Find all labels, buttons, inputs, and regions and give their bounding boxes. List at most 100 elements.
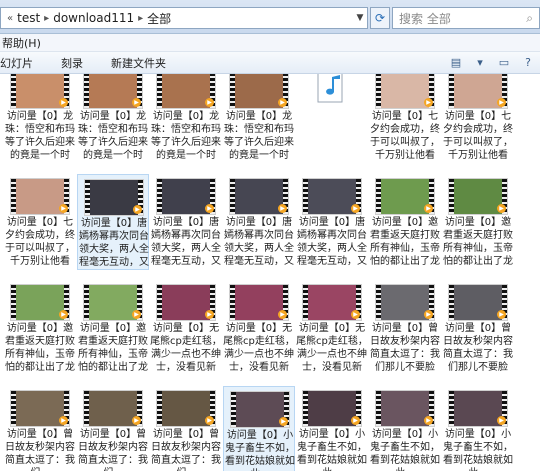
search-input[interactable]: 搜索 全部 ⌕ — [392, 7, 540, 29]
video-file-item[interactable]: ▶ 访问量【0】曾日故友秒架内容简直太逗了：我们... — [77, 386, 149, 471]
video-file-item[interactable]: ▶ 访问量【0】七夕约会成功，终于可以叫叔了，千万别让他看到！... — [369, 74, 441, 164]
video-file-item[interactable]: ▶ 访问量【0】小鬼子畜生不如，看到花姑娘就如此... — [442, 386, 514, 471]
video-file-item[interactable]: ▶ 访问量【0】小鬼子畜生不如，看到花姑娘就如此... — [296, 386, 368, 471]
search-icon[interactable]: ⌕ — [526, 11, 533, 26]
video-thumbnail: ▶ — [448, 74, 508, 109]
video-thumbnail: ▶ — [10, 178, 70, 215]
play-badge-icon: ▶ — [205, 416, 214, 425]
file-name-label: 访问量【0】七夕约会成功，终于可以叫叔了，千万别让他看到！... — [370, 111, 440, 161]
video-file-item[interactable]: ▶ 访问量【0】曾日故友秒架内容简直太逗了：我们... — [4, 386, 76, 471]
video-file-item[interactable]: ▶ 访问量【0】邀君重返天庭打败所有神仙，玉帝怕的都让出了龙座... — [77, 280, 149, 376]
video-file-item[interactable]: ▶ 访问量【0】曾日故友秒架内容简直太逗了：我们... — [150, 386, 222, 471]
file-name-label: 访问量【0】龙珠：悟空和布玛等了许久后迎来的竟是一个时毫... — [78, 111, 148, 161]
video-file-item[interactable]: ▶ 访问量【0】七夕约会成功，终于可以叫叔了，千万别让他看到！... — [442, 74, 514, 164]
film-strip-icon — [230, 285, 235, 320]
video-thumbnail: ▶ — [229, 178, 289, 215]
video-file-item[interactable]: ▶ 访问量【0】无尾熊cp走红毯，满少一点也不绅士，没看见新娘... — [223, 280, 295, 376]
play-badge-icon: ▶ — [424, 416, 433, 425]
view-options-icon[interactable]: ▤ — [448, 54, 464, 70]
video-file-item[interactable]: ▶ 访问量【0】小鬼子畜生不如，看到花姑娘就如此... — [369, 386, 441, 471]
file-name-label: 访问量【0】龙珠：悟空和布玛等了许久后迎来的竟是一个时毫... — [151, 111, 221, 161]
breadcrumb-download111[interactable]: download111 — [53, 11, 134, 25]
video-file-item[interactable]: ▶ 访问量【0】龙珠：悟空和布玛等了许久后迎来的竟是一个时毫... — [223, 74, 295, 164]
film-strip-icon — [376, 391, 381, 426]
play-badge-icon: ▶ — [59, 98, 68, 107]
play-badge-icon: ▶ — [132, 416, 141, 425]
new-folder-button[interactable]: 新建文件夹 — [97, 55, 180, 71]
view-dropdown-icon[interactable]: ▾ — [472, 54, 488, 70]
refresh-icon[interactable]: ⟳ — [370, 7, 390, 29]
slideshow-button[interactable]: 幻灯片 — [0, 55, 47, 71]
play-badge-icon: ▶ — [497, 310, 506, 319]
menu-help[interactable]: 帮助(H) — [2, 35, 41, 51]
video-file-item[interactable]: ▶ 访问量【0】邀君重返天庭打败所有神仙，玉帝怕的都让出了龙座... — [369, 174, 441, 270]
breadcrumb-root-arrow[interactable]: « — [7, 13, 13, 24]
play-badge-icon: ▶ — [59, 416, 68, 425]
file-name-label: 访问量【0】邀君重返天庭打败所有神仙，玉帝怕的都让出了龙座... — [5, 323, 75, 373]
play-badge-icon: ▶ — [497, 204, 506, 213]
play-badge-icon: ▶ — [133, 205, 142, 214]
breadcrumb-all[interactable]: 全部 — [147, 10, 171, 27]
video-thumbnail: ▶ — [83, 74, 143, 109]
play-badge-icon: ▶ — [278, 204, 287, 213]
toolbar: 幻灯片 刻录 新建文件夹 ▤ ▾ ▭ ? — [0, 52, 540, 74]
video-file-item[interactable]: ▶ 访问量【0】曾日故友秒架内容简直太逗了：我们那儿不要脸了... — [442, 280, 514, 376]
video-thumbnail: ▶ — [156, 74, 216, 109]
address-bar-area: « test ▸ download111 ▸ 全部 ▼ ⟳ 搜索 全部 ⌕ — [0, 0, 540, 34]
breadcrumb-separator[interactable]: ▸ — [44, 13, 49, 24]
video-thumbnail: ▶ — [230, 391, 290, 428]
play-badge-icon: ▶ — [205, 204, 214, 213]
film-strip-icon — [85, 180, 90, 215]
audio-file-item[interactable] — [296, 74, 368, 164]
file-name-label: 访问量【0】曾日故友秒架内容简直太逗了：我们... — [5, 429, 75, 471]
video-thumbnail: ▶ — [375, 74, 435, 109]
burn-button[interactable]: 刻录 — [47, 55, 97, 71]
file-name-label: 访问量【0】龙珠：悟空和布玛等了许久后迎来的竟是一个时毫... — [5, 111, 75, 161]
play-badge-icon: ▶ — [497, 98, 506, 107]
video-file-item[interactable]: ▶ 访问量【0】无尾熊cp走红毯，满少一点也不绅士，没看见新娘... — [296, 280, 368, 376]
film-strip-icon — [303, 179, 308, 214]
video-file-item[interactable]: ▶ 访问量【0】邀君重返天庭打败所有神仙，玉帝怕的都让出了龙座... — [442, 174, 514, 270]
video-file-item[interactable]: ▶ 访问量【0】唐嫣杨幂再次同台领大奖，两人全程毫无互动，又妙... — [223, 174, 295, 270]
file-name-label: 访问量【0】唐嫣杨幂再次同台领大奖，两人全程毫无互动，又妙... — [224, 217, 294, 267]
breadcrumb-separator[interactable]: ▸ — [138, 13, 143, 24]
video-file-item[interactable]: ▶ 访问量【0】邀君重返天庭打败所有神仙，玉帝怕的都让出了龙座... — [4, 280, 76, 376]
preview-pane-icon[interactable]: ▭ — [496, 54, 512, 70]
film-strip-icon — [11, 74, 16, 108]
video-file-item[interactable]: ▶ 访问量【0】唐嫣杨幂再次同台领大奖，两人全程毫无互动，又妙... — [150, 174, 222, 270]
play-badge-icon: ▶ — [59, 204, 68, 213]
video-file-item[interactable]: ▶ 访问量【0】龙珠：悟空和布玛等了许久后迎来的竟是一个时毫... — [150, 74, 222, 164]
search-placeholder: 搜索 全部 — [399, 11, 451, 26]
address-dropdown-icon[interactable]: ▼ — [352, 7, 368, 29]
film-strip-icon — [11, 391, 16, 426]
video-thumbnail: ▶ — [448, 390, 508, 427]
film-strip-icon — [11, 285, 16, 320]
video-file-item[interactable]: ▶ 访问量【0】龙珠：悟空和布玛等了许久后迎来的竟是一个时毫... — [4, 74, 76, 164]
file-name-label: 访问量【0】小鬼子畜生不如，看到花姑娘就如此... — [443, 429, 513, 471]
film-strip-icon — [449, 391, 454, 426]
video-file-item[interactable]: ▶ 访问量【0】七夕约会成功，终于可以叫叔了，千万别让他看到！... — [4, 174, 76, 270]
film-strip-icon — [376, 179, 381, 214]
play-badge-icon: ▶ — [351, 310, 360, 319]
video-thumbnail: ▶ — [156, 284, 216, 321]
video-file-item[interactable]: ▶ 访问量【0】唐嫣杨幂再次同台领大奖，两人全程毫无互动，又妙... — [296, 174, 368, 270]
film-strip-icon — [449, 74, 454, 108]
address-bar[interactable]: « test ▸ download111 ▸ 全部 — [0, 7, 368, 29]
breadcrumb-test[interactable]: test — [17, 11, 40, 25]
video-thumbnail: ▶ — [83, 284, 143, 321]
video-file-item[interactable]: ▶ 访问量【0】龙珠：悟空和布玛等了许久后迎来的竟是一个时毫... — [77, 74, 149, 164]
video-thumbnail: ▶ — [375, 284, 435, 321]
play-badge-icon: ▶ — [132, 310, 141, 319]
film-strip-icon — [376, 74, 381, 108]
play-badge-icon: ▶ — [278, 98, 287, 107]
video-thumbnail: ▶ — [84, 179, 144, 216]
file-name-label: 访问量【0】曾日故友秒架内容简直太逗了：我们... — [78, 429, 148, 471]
video-file-item[interactable]: ▶ 访问量【0】小鬼子畜生不如，看到花姑娘就如此... — [223, 386, 295, 471]
video-file-item[interactable]: ▶ 访问量【0】唐嫣杨幂再次同台领大奖，两人全程毫无互动，又妙... — [77, 174, 149, 270]
video-file-item[interactable]: ▶ 访问量【0】曾日故友秒架内容简直太逗了：我们那儿不要脸了... — [369, 280, 441, 376]
film-strip-icon — [230, 74, 235, 108]
help-icon[interactable]: ? — [520, 54, 536, 70]
film-strip-icon — [449, 285, 454, 320]
video-file-item[interactable]: ▶ 访问量【0】无尾熊cp走红毯，满少一点也不绅士，没看见新娘... — [150, 280, 222, 376]
video-thumbnail: ▶ — [10, 74, 70, 109]
